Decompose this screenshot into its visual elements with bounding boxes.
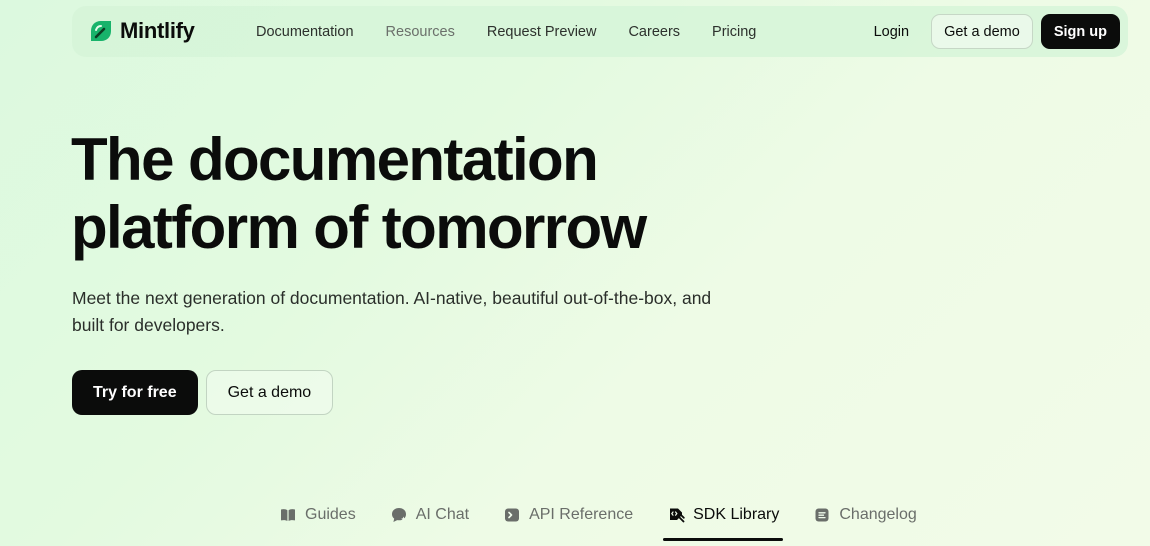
tab-api-reference[interactable]: API Reference	[503, 500, 633, 530]
nav-link-careers[interactable]: Careers	[628, 24, 680, 40]
login-link[interactable]: Login	[874, 24, 909, 40]
tab-changelog-label: Changelog	[839, 506, 917, 523]
terminal-icon	[505, 508, 520, 522]
nav-link-pricing[interactable]: Pricing	[712, 24, 756, 40]
changelog-icon	[815, 508, 829, 522]
tab-ai-chat-label: AI Chat	[415, 506, 470, 523]
hero-title-line-2: platform of tomorrow	[71, 194, 647, 261]
nav-link-documentation[interactable]: Documentation	[256, 24, 354, 40]
nav-link-request-preview[interactable]: Request Preview	[487, 24, 597, 40]
top-navbar: Mintlify Documentation Resources Request…	[72, 6, 1128, 57]
hero-title: The documentation platform of tomorrow	[71, 126, 711, 262]
feature-tabs: Guides AI Chat API Reference SDK Library	[279, 500, 951, 546]
hero-actions: Try for free Get a demo	[72, 370, 334, 415]
try-for-free-button[interactable]: Try for free	[72, 370, 198, 415]
tab-changelog[interactable]: Changelog	[813, 500, 917, 530]
nav-link-resources[interactable]: Resources	[386, 24, 455, 40]
tab-sdk-library[interactable]: SDK Library	[663, 500, 784, 541]
page: Mintlify Documentation Resources Request…	[0, 0, 1150, 546]
tab-ai-chat[interactable]: AI Chat	[390, 500, 469, 530]
sdk-icon	[670, 508, 685, 523]
active-tab-indicator	[663, 538, 784, 541]
brand-logo[interactable]: Mintlify	[88, 17, 195, 45]
nav-actions: Login Get a demo Sign up	[874, 14, 1120, 49]
hero-title-line-1: The documentation	[71, 126, 599, 193]
nav-links: Documentation Resources Request Preview …	[256, 6, 788, 57]
tab-guides[interactable]: Guides	[279, 500, 356, 530]
nav-get-demo-button[interactable]: Get a demo	[931, 14, 1033, 49]
hero-get-demo-button[interactable]: Get a demo	[205, 370, 334, 415]
brand-name: Mintlify	[120, 18, 195, 43]
hero-subtitle: Meet the next generation of documentatio…	[72, 288, 712, 335]
sign-up-button[interactable]: Sign up	[1040, 14, 1120, 49]
tab-api-reference-label: API Reference	[529, 506, 634, 523]
tab-guides-label: Guides	[305, 506, 356, 523]
mintlify-logo-icon	[91, 21, 111, 41]
book-icon	[281, 509, 295, 521]
chat-icon	[391, 508, 406, 522]
tab-sdk-library-label: SDK Library	[693, 506, 780, 523]
